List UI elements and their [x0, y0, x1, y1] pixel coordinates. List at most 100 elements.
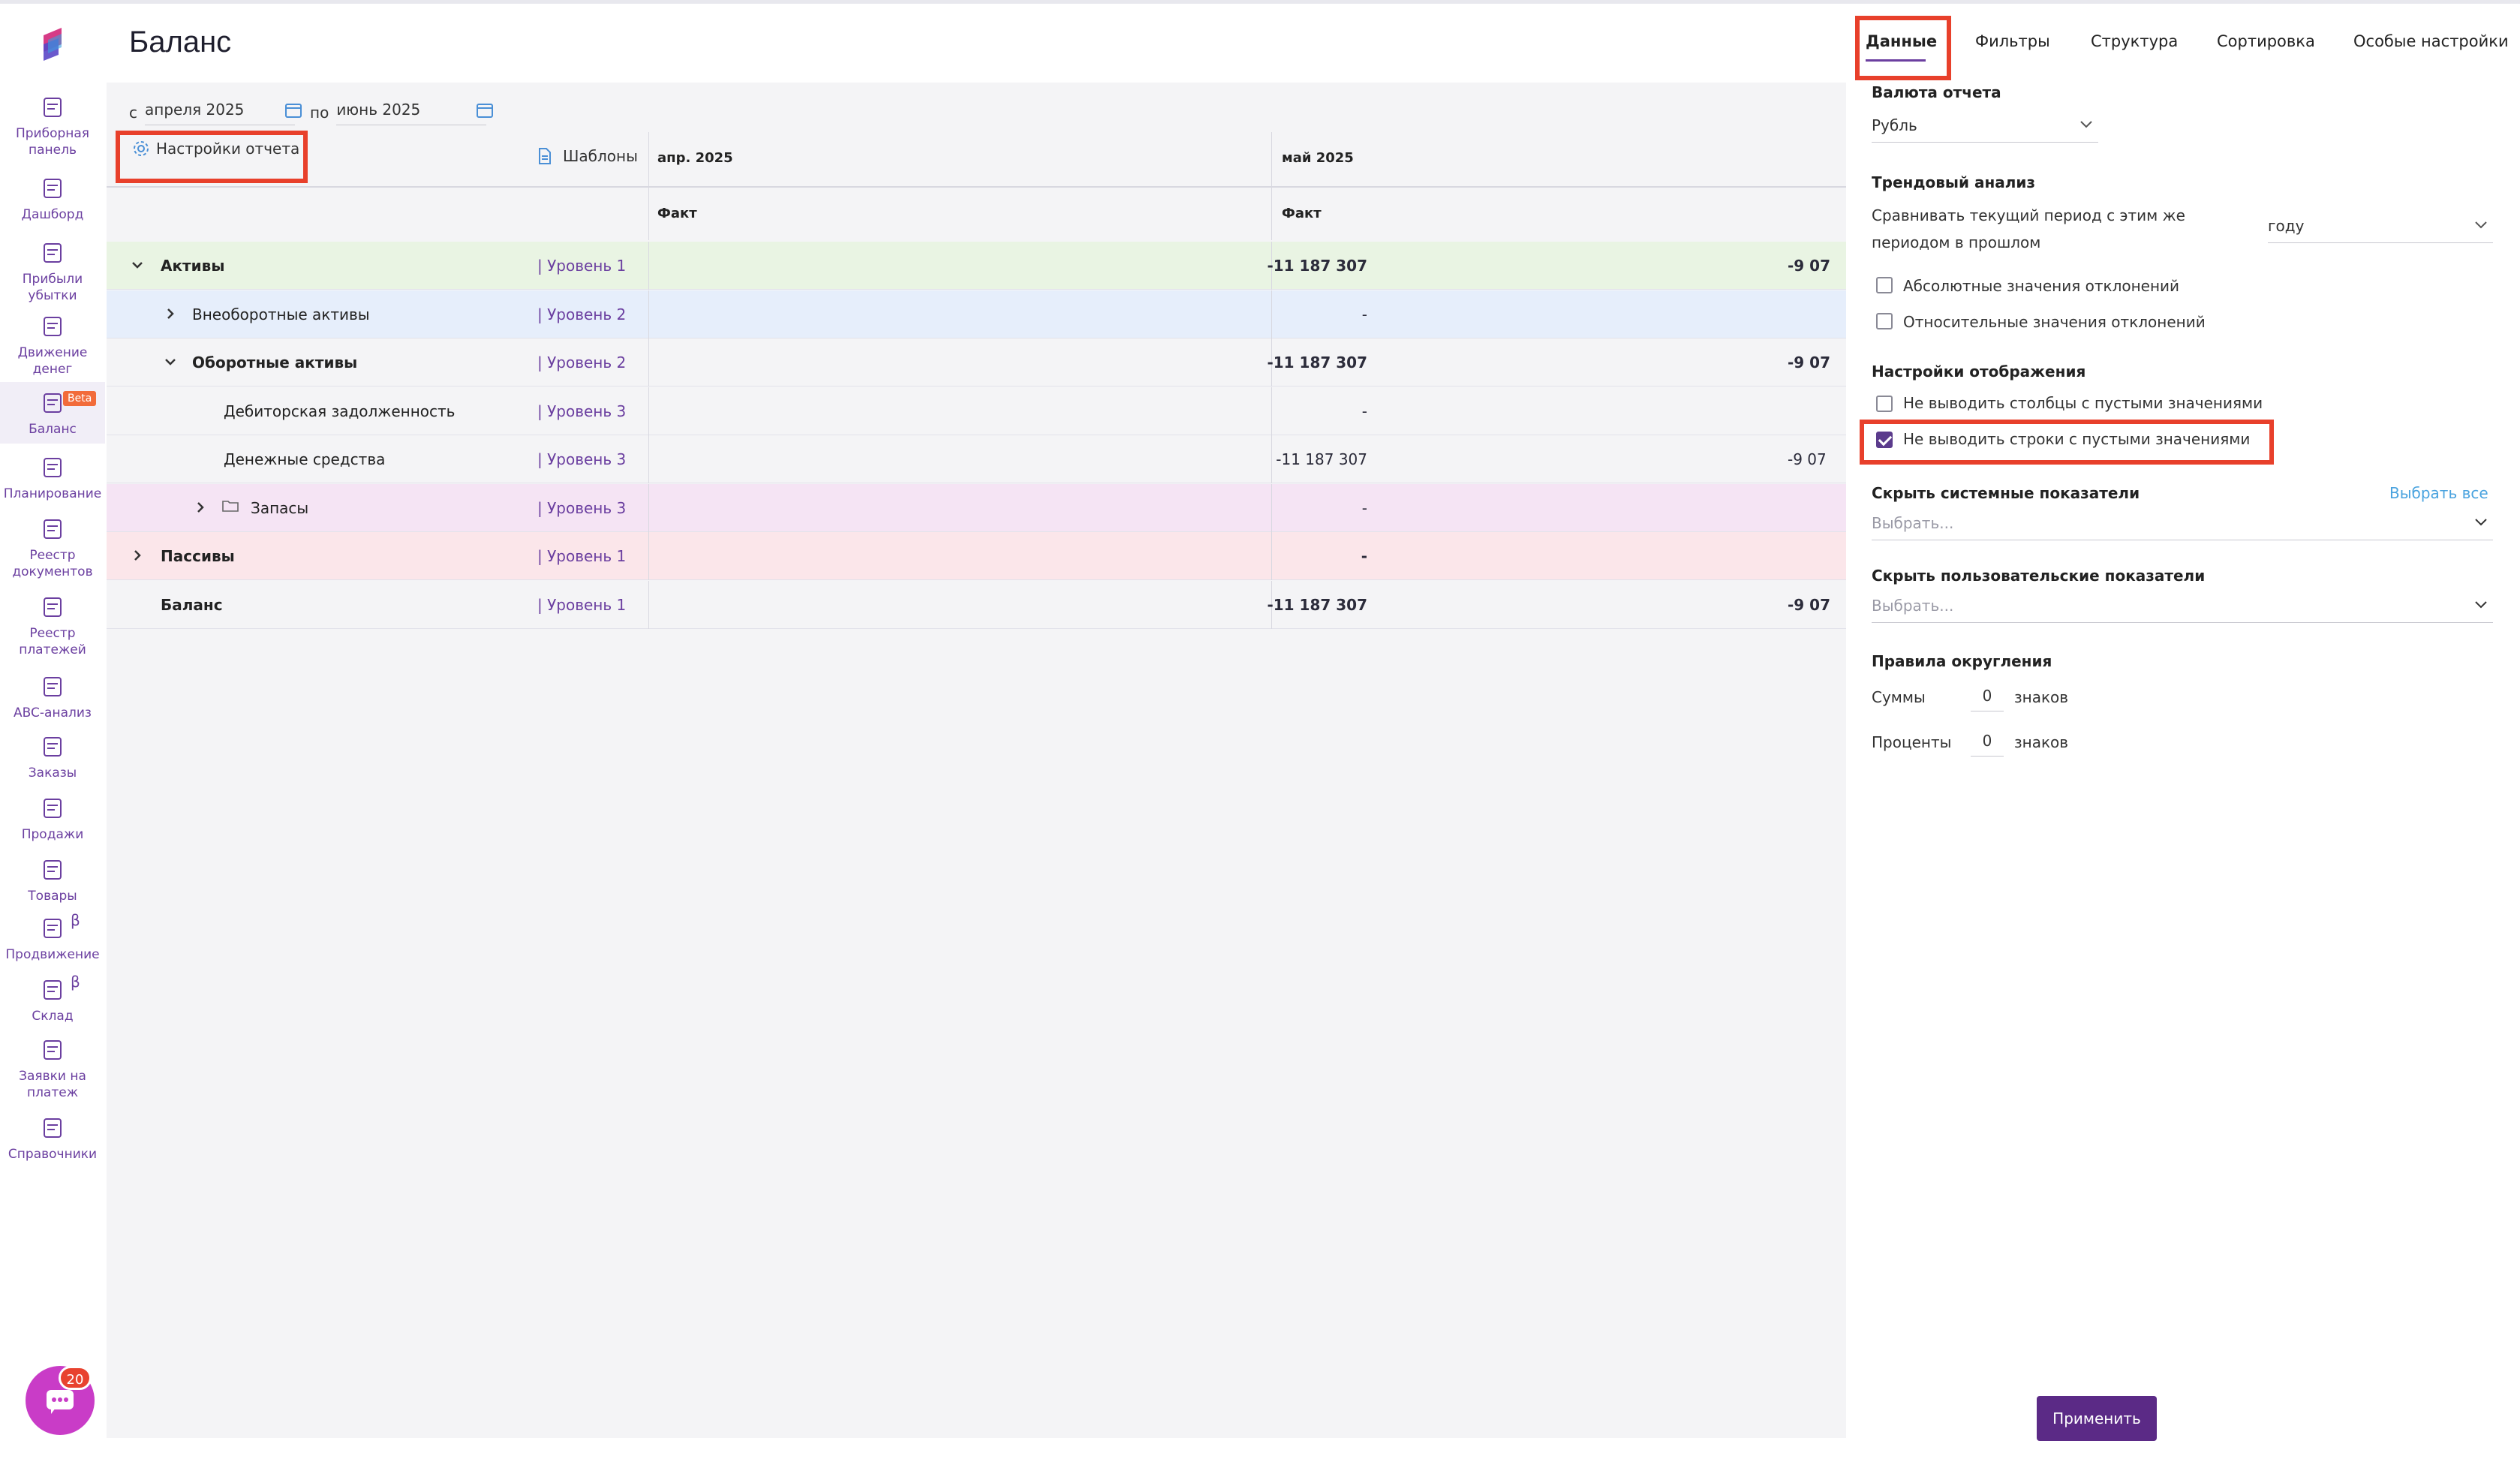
table-row[interactable]: Внеоборотные активы | Уровень 2 -	[107, 290, 1846, 338]
table-row[interactable]: Денежные средства | Уровень 3 -11 187 307-…	[107, 435, 1846, 483]
tab-sorting[interactable]: Сортировка	[2217, 32, 2315, 50]
table-header-types: Факт Факт	[107, 186, 1846, 240]
sums-decimals-input[interactable]: 0	[1971, 687, 2004, 711]
chevron-down-icon[interactable]	[131, 258, 144, 272]
table-row[interactable]: Дебиторская задолженность | Уровень 3 -	[107, 387, 1846, 435]
hide-user-select[interactable]: Выбрать...	[1872, 597, 2493, 623]
sidebar-item-label: Приборная панель	[15, 126, 90, 158]
row-name: Активы	[161, 257, 225, 275]
row-name: Запасы	[251, 498, 309, 517]
date-from-input[interactable]: апреля 2025	[145, 101, 302, 125]
abs-deviation-label: Абсолютные значения отклонений	[1903, 277, 2180, 295]
row-level: | Уровень 3	[537, 450, 627, 468]
tab-structure[interactable]: Структура	[2091, 32, 2178, 50]
chevron-down-icon	[2475, 221, 2487, 229]
sidebar-item[interactable]: Заявки на платеж	[0, 1035, 105, 1101]
row-name: Денежные средства	[224, 450, 386, 468]
row-value-apr: -11 187 307	[1267, 257, 1367, 275]
hide-user-title: Скрыть пользовательские показатели	[1872, 567, 2206, 585]
dollar-icon	[44, 799, 62, 818]
chat-unread-badge: 20	[59, 1366, 92, 1390]
currency-title: Валюта отчета	[1872, 83, 2001, 101]
row-level: | Уровень 2	[537, 305, 627, 323]
highlight-box	[116, 131, 308, 183]
sidebar-item[interactable]: Приборная панель	[0, 92, 105, 158]
sidebar-item[interactable]: Справочники	[0, 1113, 105, 1163]
boxes-icon	[44, 860, 62, 880]
sidebar-item[interactable]: Реестр платежей	[0, 592, 105, 658]
percents-decimals-input[interactable]: 0	[1971, 732, 2004, 757]
row-value-apr: -	[1361, 547, 1367, 565]
sidebar-item-label: Продвижение	[5, 947, 100, 962]
table-row[interactable]: Баланс | Уровень 1 -11 187 307 -9 07	[107, 580, 1846, 629]
chevron-down-icon[interactable]	[164, 355, 177, 369]
document-icon	[539, 148, 551, 164]
period-filter: с апреля 2025 по июнь 2025	[129, 98, 501, 128]
sidebar-item-label: Заказы	[28, 766, 77, 781]
sidebar-item[interactable]: Планирование	[0, 453, 105, 502]
sidebar-item-label: Реестр платежей	[19, 626, 86, 657]
sidebar-item[interactable]: ABC-анализ	[0, 672, 105, 721]
sidebar-item-label: Дашборд	[21, 207, 84, 222]
chevron-right-icon[interactable]	[131, 549, 144, 562]
row-level: | Уровень 1	[537, 595, 627, 614]
abs-deviation-checkbox[interactable]	[1876, 277, 1893, 293]
calendar-icon[interactable]	[284, 102, 302, 119]
hide-system-select[interactable]: Выбрать...	[1872, 514, 2493, 540]
calendar-icon[interactable]	[476, 102, 494, 119]
sidebar-item[interactable]: Склад β	[0, 973, 105, 1024]
tab-special-settings[interactable]: Особые настройки	[2353, 32, 2509, 50]
tab-filters[interactable]: Фильтры	[1975, 32, 2050, 50]
display-settings-title: Настройки отображения	[1872, 362, 2086, 381]
sidebar-item[interactable]: Заказы	[0, 732, 105, 781]
shopping-bag-icon	[44, 737, 62, 757]
period-header: май 2025	[1282, 150, 1354, 166]
sidebar-item-label: Реестр документов	[12, 548, 93, 579]
currency-value: Рубль	[1872, 116, 1917, 134]
trend-period-select[interactable]: году	[2268, 217, 2493, 243]
table-row[interactable]: Пассивы | Уровень 1 -	[107, 532, 1846, 580]
hide-empty-columns-checkbox[interactable]	[1876, 396, 1893, 412]
dashboard-panel-icon	[44, 98, 62, 117]
sidebar-item[interactable]: Прибыли убытки	[0, 238, 105, 304]
select-all-link[interactable]: Выбрать все	[2389, 484, 2488, 502]
row-name: Пассивы	[161, 547, 235, 565]
table-header-periods: апр. 2025 май 2025	[107, 132, 1846, 240]
row-value-apr: -11 187 307	[1267, 353, 1367, 372]
app-logo-icon[interactable]	[36, 25, 68, 64]
row-value-apr: -	[1361, 305, 1367, 323]
table-row[interactable]: Активы | Уровень 1 -11 187 307 -9 07	[107, 242, 1846, 290]
sidebar-item[interactable]: Реестр документов	[0, 514, 105, 580]
apply-button[interactable]: Применить	[2037, 1396, 2157, 1441]
payment-request-icon	[44, 1040, 62, 1060]
hide-system-placeholder: Выбрать...	[1872, 514, 1954, 532]
sidebar-item[interactable]: Продвижение β	[0, 911, 105, 963]
rel-deviation-label: Относительные значения отклонений	[1903, 313, 2206, 331]
sidebar-item[interactable]: Товары	[0, 855, 105, 904]
fact-header: Факт	[657, 206, 697, 221]
templates-button[interactable]: Шаблоны	[537, 147, 638, 165]
sidebar-item[interactable]: Движение денег	[0, 311, 105, 378]
sidebar-item-label: Движение денег	[17, 345, 88, 377]
sums-unit: знаков	[2014, 688, 2069, 706]
row-name: Оборотные активы	[192, 353, 358, 372]
sidebar-item[interactable]: Продажи	[0, 793, 105, 843]
chevron-right-icon[interactable]	[164, 307, 177, 320]
chevron-right-icon[interactable]	[194, 501, 207, 514]
row-value-apr: -11 187 307	[1267, 595, 1367, 614]
sidebar-item[interactable]: Баланс Beta	[0, 382, 105, 444]
percents-unit: знаков	[2014, 733, 2069, 751]
table-row[interactable]: Оборотные активы | Уровень 2 -11 187 307 -9…	[107, 338, 1846, 387]
sidebar-item[interactable]: Дашборд	[0, 173, 105, 223]
column-divider	[648, 580, 649, 629]
sidebar-item-label: Заявки на платеж	[19, 1069, 86, 1100]
column-divider	[648, 338, 649, 387]
rounding-title: Правила округления	[1872, 652, 2052, 670]
rel-deviation-checkbox[interactable]	[1876, 313, 1893, 329]
table-row[interactable]: Запасы | Уровень 3 -	[107, 483, 1846, 532]
row-level: | Уровень 3	[537, 498, 627, 517]
date-to-input[interactable]: июнь 2025	[336, 101, 494, 125]
row-level: | Уровень 2	[537, 353, 627, 372]
currency-select[interactable]: Рубль	[1872, 116, 2098, 143]
beta-symbol: β	[71, 911, 80, 929]
